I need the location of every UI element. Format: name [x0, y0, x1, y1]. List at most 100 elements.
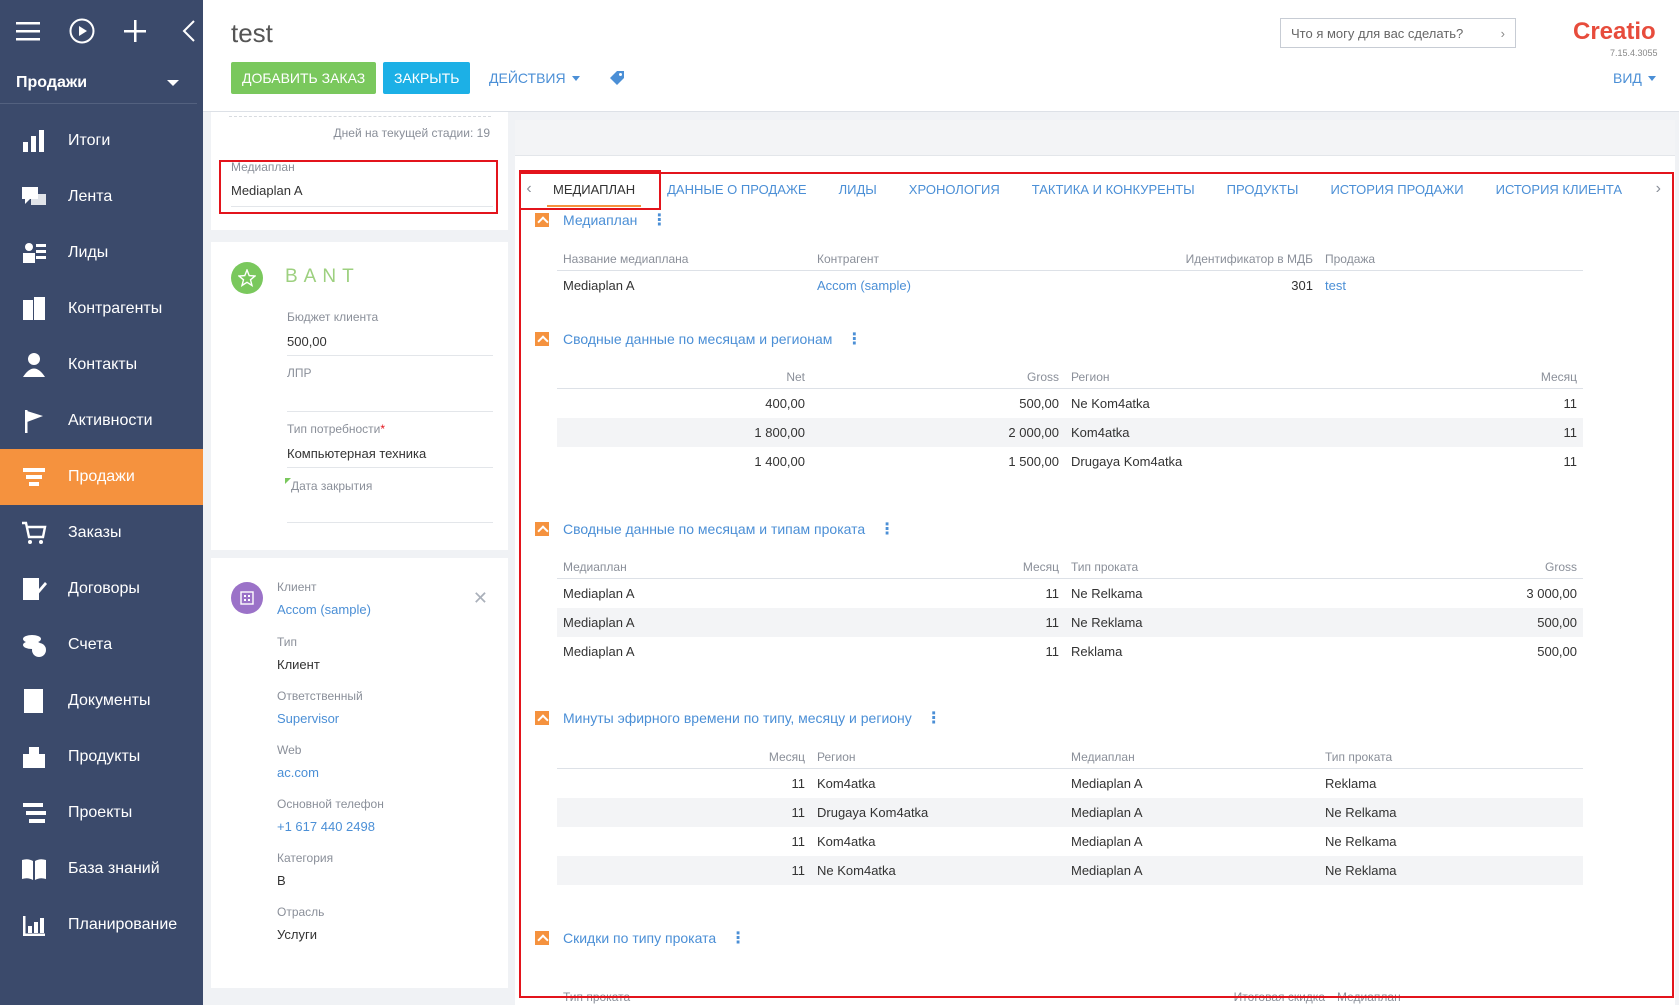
flag-icon — [20, 408, 48, 434]
plus-icon[interactable] — [122, 17, 150, 45]
web-link[interactable]: ac.com — [277, 765, 319, 780]
command-line-placeholder: Что я могу для вас сделать? — [1291, 25, 1464, 41]
workplace-label: Продажи — [16, 73, 88, 91]
page-title: test — [231, 18, 273, 48]
need-type-field[interactable]: Компьютерная техника — [287, 446, 426, 461]
sidebar-item-label: Контрагенты — [68, 300, 163, 317]
chevron-right-icon: › — [1500, 25, 1505, 41]
type-value: Клиент — [277, 657, 320, 672]
building-icon — [20, 296, 48, 322]
tag-icon[interactable] — [609, 70, 625, 89]
chat-icon — [20, 184, 48, 210]
sidebar-item-label: Счета — [68, 636, 113, 653]
sidebar-item[interactable]: Контакты — [0, 337, 203, 393]
industry-label: Отрасль — [277, 905, 325, 919]
cart-icon — [20, 520, 48, 546]
chevron-down-icon — [1647, 75, 1656, 81]
creatio-logo: Creatio — [1573, 18, 1656, 45]
products-icon — [20, 744, 48, 770]
star-icon — [231, 262, 263, 294]
person-icon — [20, 352, 48, 378]
web-label: Web — [277, 743, 302, 757]
sidebar-item[interactable]: Проекты — [0, 785, 203, 841]
sidebar-item-label: Активности — [68, 412, 153, 429]
sidebar-item[interactable]: Продукты — [0, 729, 203, 785]
sidebar-item-label: Лиды — [68, 244, 109, 261]
need-type-label: Тип потребности* — [287, 422, 385, 436]
highlight-mediaplan-tab — [519, 170, 661, 210]
sidebar-item[interactable]: Планирование — [0, 897, 203, 953]
type-label: Тип — [277, 635, 298, 649]
document-icon — [20, 688, 48, 714]
sidebar-item[interactable]: Контрагенты — [0, 281, 203, 337]
coins-icon — [20, 632, 48, 658]
bant-title: BANT — [285, 266, 360, 287]
category-label: Категория — [277, 851, 334, 865]
sidebar-item-label: Продукты — [68, 748, 141, 765]
need-type-label-text: Тип потребности — [287, 422, 381, 436]
sidebar-item-label: Заказы — [68, 524, 122, 541]
sidebar-item-label: Лента — [68, 188, 113, 205]
sidebar: Продажи Итоги Лента Лиды Контрагенты Контакт… — [0, 0, 203, 1005]
client-label: Клиент — [277, 580, 317, 594]
sidebar-item[interactable]: Заказы — [0, 505, 203, 561]
workplace-selector[interactable]: Продажи — [0, 62, 197, 104]
command-line[interactable]: Что я могу для вас сделать? › — [1280, 18, 1516, 48]
sidebar-items: Итоги Лента Лиды Контрагенты Контакты Активно… — [0, 113, 203, 953]
planning-icon — [20, 912, 48, 938]
stage-days-label: Дней на текущей стадии: — [333, 126, 474, 140]
client-card: ✕ Клиент Accom (sample) Тип Клиент Ответ… — [211, 558, 508, 988]
sidebar-toolbar — [0, 0, 203, 62]
bant-card: BANT Бюджет клиента 500,00 ЛПР Тип потре… — [211, 242, 508, 550]
highlight-tab-content — [519, 172, 1674, 998]
sidebar-item[interactable]: База знаний — [0, 841, 203, 897]
sidebar-item[interactable]: Документы — [0, 673, 203, 729]
close-date-label: Дата закрытия — [291, 479, 373, 493]
close-button[interactable]: ЗАКРЫТЬ — [383, 62, 471, 94]
chevron-down-icon — [167, 79, 179, 86]
sidebar-item[interactable]: Итоги — [0, 113, 203, 169]
highlight-mediaplan — [219, 160, 498, 214]
bar-chart-icon — [20, 128, 48, 154]
sidebar-item[interactable]: Договоры — [0, 561, 203, 617]
sidebar-item-label: Продажи — [68, 468, 135, 485]
required-marker: * — [380, 422, 385, 436]
collapse-icon[interactable] — [175, 17, 203, 45]
lpr-label: ЛПР — [287, 366, 312, 380]
view-menu[interactable]: ВИД — [1613, 70, 1656, 86]
sidebar-item-label: База знаний — [68, 860, 160, 877]
owner-label: Ответственный — [277, 689, 363, 703]
stage-days: Дней на текущей стадии: 19 — [334, 126, 490, 140]
close-date-field[interactable] — [287, 522, 493, 523]
sidebar-item-label: Договоры — [68, 580, 140, 597]
book-icon — [20, 856, 48, 882]
phone-label: Основной телефон — [277, 797, 384, 811]
sidebar-item[interactable]: Продажи — [0, 449, 203, 505]
lpr-field[interactable] — [287, 411, 493, 412]
sidebar-item[interactable]: Лиды — [0, 225, 203, 281]
industry-value: Услуги — [277, 927, 317, 942]
category-value: B — [277, 873, 286, 888]
budget-field[interactable]: 500,00 — [287, 334, 327, 349]
view-label: ВИД — [1613, 70, 1642, 86]
page-header: test ДОБАВИТЬ ЗАКАЗ ЗАКРЫТЬ ДЕЙСТВИЯ Что… — [203, 0, 1679, 112]
stage-days-value: 19 — [476, 126, 490, 140]
sidebar-item-label: Документы — [68, 692, 151, 709]
sidebar-item[interactable]: Счета — [0, 617, 203, 673]
sidebar-item-label: Планирование — [68, 916, 178, 933]
client-link[interactable]: Accom (sample) — [277, 602, 371, 617]
play-icon[interactable] — [68, 17, 96, 45]
add-order-button[interactable]: ДОБАВИТЬ ЗАКАЗ — [231, 62, 377, 94]
close-icon[interactable]: ✕ — [473, 588, 488, 609]
sidebar-item[interactable]: Лента — [0, 169, 203, 225]
budget-label: Бюджет клиента — [287, 310, 379, 324]
sidebar-item-label: Контакты — [68, 356, 138, 373]
account-icon — [231, 582, 263, 614]
sidebar-item-label: Итоги — [68, 132, 111, 149]
owner-link[interactable]: Supervisor — [277, 711, 339, 726]
projects-icon — [20, 800, 48, 826]
phone-link[interactable]: +1 617 440 2498 — [277, 819, 375, 834]
menu-icon[interactable] — [14, 17, 42, 45]
sidebar-item[interactable]: Активности — [0, 393, 203, 449]
actions-menu[interactable]: ДЕЙСТВИЯ — [489, 70, 580, 86]
